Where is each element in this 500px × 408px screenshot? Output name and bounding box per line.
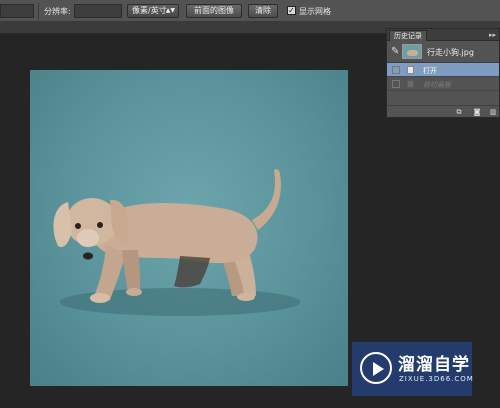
history-panel: 历史记录 ▸▸ ✎ 行走小狗.jpg 打开 剪切画板 ⧉ ◙ ▥ [386, 28, 500, 118]
unit-select[interactable]: 像素/英寸 ▲▼ [127, 4, 179, 18]
play-logo-icon [360, 352, 392, 384]
watermark: 溜溜自学 ZIXUE.3D66.COM [352, 342, 474, 396]
history-footer: ⧉ ◙ ▥ [387, 105, 499, 117]
panel-menu-icon[interactable]: ▸▸ [489, 29, 496, 41]
history-snapshot[interactable]: ✎ 行走小狗.jpg [387, 41, 499, 63]
history-source-box[interactable] [392, 66, 400, 74]
document-icon [407, 66, 414, 74]
show-grid-checkbox[interactable]: ✓ [287, 6, 296, 15]
unit-select-value: 像素/英寸 [132, 6, 167, 15]
divider [38, 3, 39, 19]
watermark-title: 溜溜自学 [398, 355, 470, 375]
show-grid-label: 显示网格 [299, 7, 331, 16]
chevron-updown-icon: ▲▼ [165, 7, 175, 14]
options-bar: 分辨率: 像素/英寸 ▲▼ 前面的图像 清除 ✓ 显示网格 [0, 0, 500, 22]
tab-history[interactable]: 历史记录 [389, 30, 427, 41]
trash-icon[interactable]: ▥ [489, 108, 497, 116]
clear-button[interactable]: 清除 [248, 4, 278, 18]
document-icon [407, 80, 414, 88]
history-source-box[interactable] [392, 80, 400, 88]
snapshot-thumbnail [402, 44, 422, 59]
history-tab-bar: 历史记录 ▸▸ [387, 29, 499, 41]
history-state-label: 剪切画板 [423, 81, 451, 89]
document-canvas[interactable] [30, 70, 348, 386]
resolution-field[interactable] [74, 4, 122, 18]
watermark-url: ZIXUE.3D66.COM [399, 375, 474, 383]
history-state-open[interactable]: 打开 [387, 63, 499, 77]
new-document-from-state-icon[interactable]: ⧉ [455, 108, 463, 116]
resolution-label: 分辨率: [44, 7, 71, 16]
history-state-label: 打开 [423, 67, 437, 75]
camera-icon[interactable]: ◙ [473, 108, 481, 116]
history-brush-icon[interactable]: ✎ [391, 46, 399, 57]
width-field[interactable] [0, 4, 34, 18]
snapshot-name: 行走小狗.jpg [427, 48, 474, 57]
history-state-crop[interactable]: 剪切画板 [387, 77, 499, 91]
front-image-button[interactable]: 前面的图像 [186, 4, 242, 18]
dog-photo [53, 169, 300, 316]
